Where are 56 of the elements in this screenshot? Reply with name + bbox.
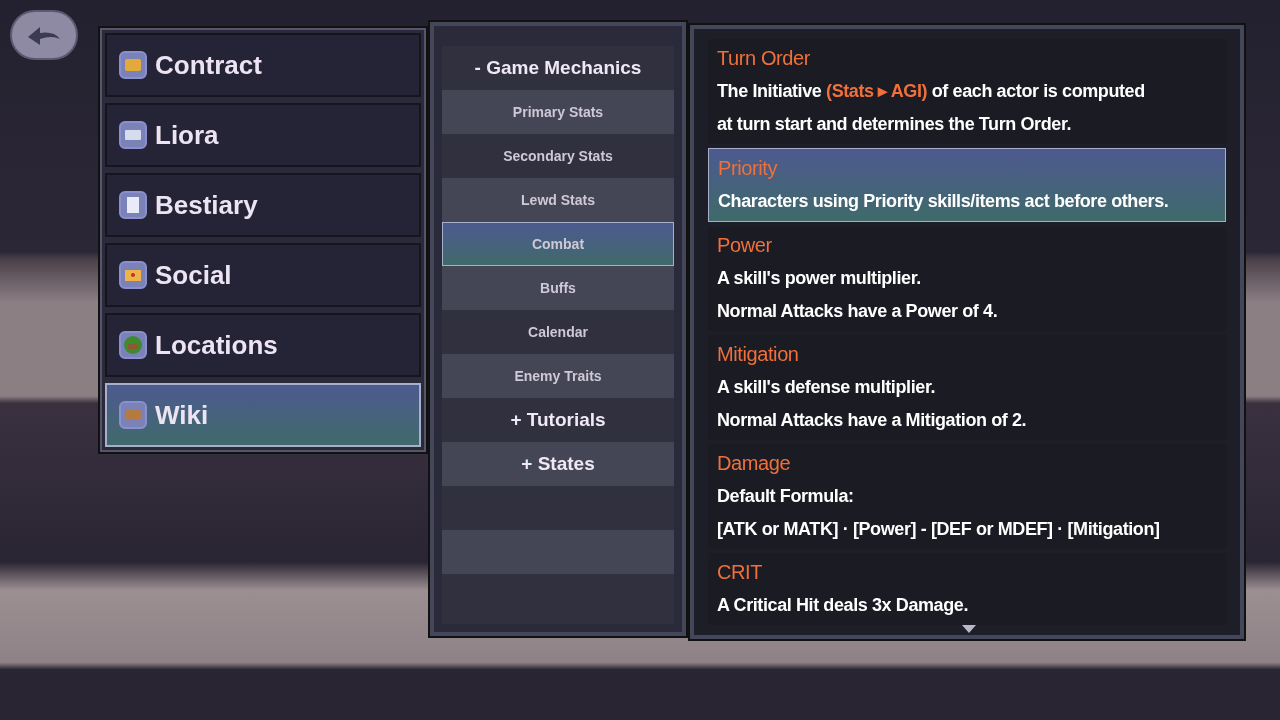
topic-row[interactable]: Calendar bbox=[442, 310, 674, 354]
entry-title: Mitigation bbox=[717, 342, 800, 367]
topic-label: Calendar bbox=[528, 322, 588, 342]
topic-label: Buffs bbox=[540, 278, 576, 298]
entry-card[interactable]: CRIT A Critical Hit deals 3x Damage. bbox=[708, 553, 1226, 625]
topic-label: + States bbox=[521, 451, 595, 476]
topic-row[interactable]: Primary Stats bbox=[442, 90, 674, 134]
topic-row[interactable]: Enemy Traits bbox=[442, 354, 674, 398]
entry-title: Damage bbox=[717, 451, 792, 476]
topic-row[interactable]: + Tutorials bbox=[442, 398, 674, 442]
entry-title: Priority bbox=[718, 156, 779, 181]
menu-item[interactable]: Wiki bbox=[105, 383, 421, 447]
topic-label: Enemy Traits bbox=[514, 366, 602, 386]
entry-text: A skill's defense multiplier. bbox=[717, 376, 937, 399]
menu-item[interactable]: Social bbox=[105, 243, 421, 307]
envelope-icon bbox=[119, 261, 147, 289]
topic-row[interactable]: Secondary Stats bbox=[442, 134, 674, 178]
menu-item[interactable]: Contract bbox=[105, 33, 421, 97]
entry-card[interactable]: Power A skill's power multiplier. Normal Attacks have a Power of 4. bbox=[708, 226, 1226, 331]
topic-label: Secondary Stats bbox=[503, 146, 613, 166]
entry-card[interactable]: Turn Order The Initiative (Stats ▸ AGI) of each actor is computed at turn start and determines the Turn Order. bbox=[708, 39, 1226, 144]
topic-label: Combat bbox=[531, 234, 585, 254]
entry-text: Normal Attacks have a Power of 4. bbox=[717, 300, 999, 323]
topic-label: - Game Mechanics bbox=[474, 55, 642, 80]
menu-label: Wiki bbox=[155, 398, 209, 432]
topic-row[interactable]: Lewd Stats bbox=[442, 178, 674, 222]
entry-text: The Initiative (Stats ▸ AGI) of each actor is computed bbox=[717, 80, 1146, 103]
topic-label: Primary Stats bbox=[512, 102, 604, 122]
entry-text: at turn start and determines the Turn Order. bbox=[717, 113, 1073, 136]
entry-text: Characters using Priority skills/items act before others. bbox=[718, 190, 1170, 213]
topic-label: Lewd Stats bbox=[521, 190, 595, 210]
entry-card[interactable]: Priority Characters using Priority skills/items act before others. bbox=[708, 148, 1226, 222]
entry-text: A skill's power multiplier. bbox=[717, 267, 922, 290]
menu-label: Locations bbox=[155, 328, 278, 362]
topic-row[interactable]: Combat bbox=[442, 222, 674, 266]
menu-label: Bestiary bbox=[155, 188, 258, 222]
menu-item[interactable]: Bestiary bbox=[105, 173, 421, 237]
entry-card[interactable]: Mitigation A skill's defense multiplier. Normal Attacks have a Mitigation of 2. bbox=[708, 335, 1226, 440]
topic-row[interactable]: + States bbox=[442, 442, 674, 486]
menu-item[interactable]: Locations bbox=[105, 313, 421, 377]
entry-text: [ATK or MATK] · [Power] - [DEF or MDEF] · [Mitigation] bbox=[717, 518, 1161, 541]
menu-item[interactable]: Liora bbox=[105, 103, 421, 167]
entry-text: Default Formula: bbox=[717, 485, 855, 508]
menu-label: Liora bbox=[155, 118, 219, 152]
topic-row[interactable]: Buffs bbox=[442, 266, 674, 310]
entry-card[interactable]: Damage Default Formula: [ATK or MATK] · [Power] - [DEF or MDEF] · [Mitigation] bbox=[708, 444, 1226, 549]
back-button[interactable] bbox=[10, 10, 78, 60]
menu-label: Social bbox=[155, 258, 232, 292]
entry-text: A Critical Hit deals 3x Damage. bbox=[717, 594, 970, 617]
entry-title: Power bbox=[717, 233, 773, 258]
menu-label: Contract bbox=[155, 48, 262, 82]
topic-label: + Tutorials bbox=[510, 407, 606, 432]
entry-title: Turn Order bbox=[717, 46, 812, 71]
entry-title: CRIT bbox=[717, 560, 764, 585]
entry-text: Normal Attacks have a Mitigation of 2. bbox=[717, 409, 1028, 432]
topic-row[interactable]: - Game Mechanics bbox=[442, 46, 674, 90]
